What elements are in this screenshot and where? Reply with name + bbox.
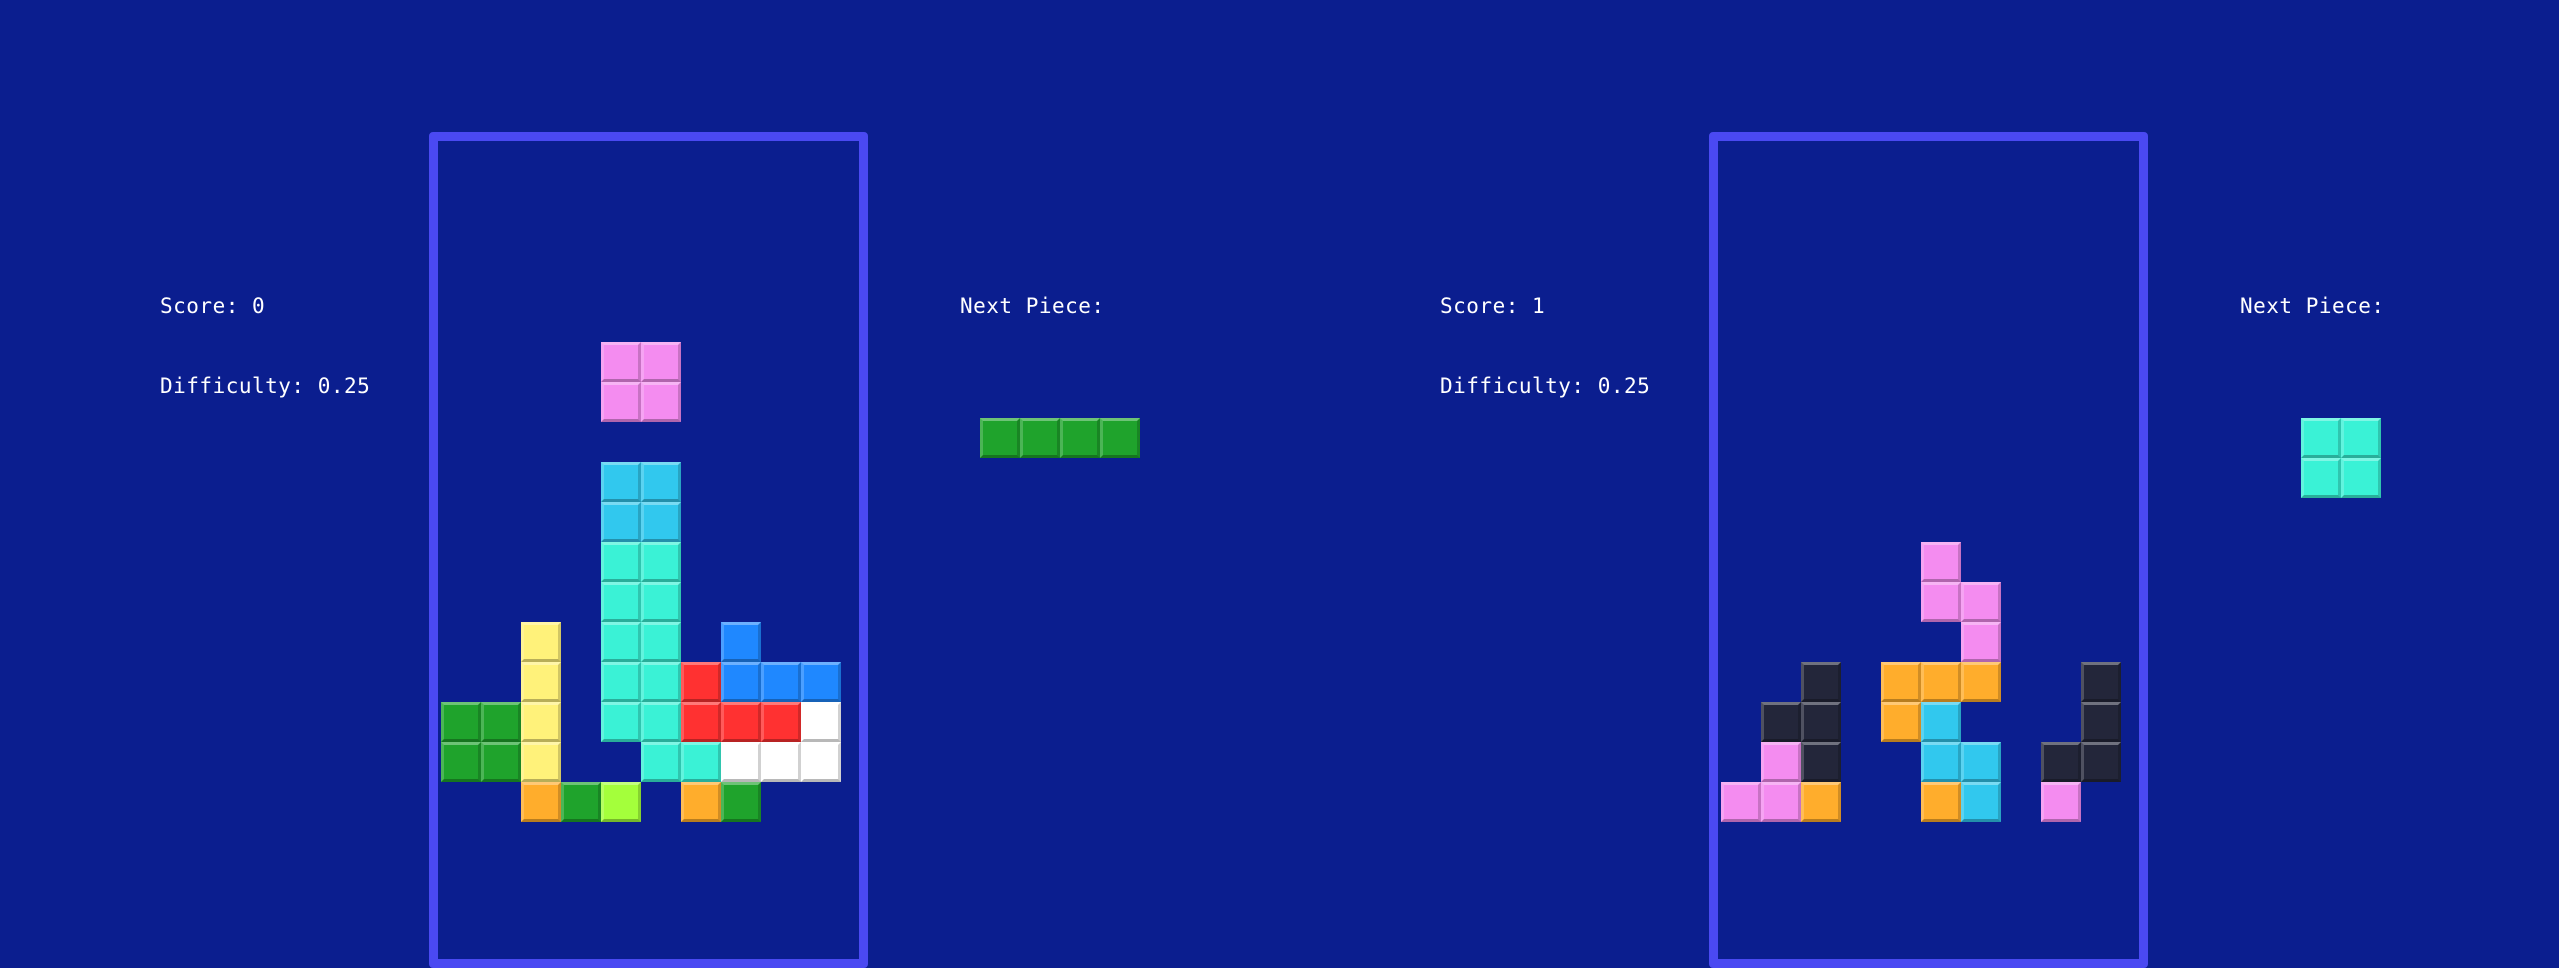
- board-block: [561, 782, 601, 822]
- board-block: [2081, 742, 2121, 782]
- board-block: [1961, 582, 2001, 622]
- player-two-panel: Score: 1 Difficulty: 0.25 Next Piece:: [1280, 0, 2559, 968]
- board-block: [601, 662, 641, 702]
- difficulty-label: Difficulty: 0.25: [160, 374, 371, 398]
- board-block: [1801, 742, 1841, 782]
- board-block: [1921, 582, 1961, 622]
- board-block: [641, 462, 681, 502]
- board-block: [441, 742, 481, 782]
- board-block: [1921, 742, 1961, 782]
- board-block: [1761, 782, 1801, 822]
- board-block: [1961, 622, 2001, 662]
- board-block: [801, 702, 841, 742]
- board-block: [721, 742, 761, 782]
- board-block: [1881, 702, 1921, 742]
- board-block: [2081, 662, 2121, 702]
- board-block: [1761, 702, 1801, 742]
- board-block: [641, 342, 681, 382]
- score-label: Score: 0: [160, 294, 266, 318]
- board-block: [601, 582, 641, 622]
- board-block: [641, 702, 681, 742]
- board-block: [641, 622, 681, 662]
- board-cells: [438, 141, 859, 959]
- board-block: [721, 782, 761, 822]
- next-piece-label: Next Piece:: [960, 294, 1105, 318]
- board-block: [761, 742, 801, 782]
- board-block: [641, 542, 681, 582]
- board-block: [2041, 742, 2081, 782]
- board-block: [681, 782, 721, 822]
- board-block: [641, 662, 681, 702]
- next-piece-label: Next Piece:: [2240, 294, 2385, 318]
- board-block: [601, 382, 641, 422]
- board-block: [481, 702, 521, 742]
- board-block: [801, 662, 841, 702]
- board-block: [801, 742, 841, 782]
- score-label: Score: 1: [1440, 294, 1546, 318]
- board-block: [1801, 782, 1841, 822]
- board-block: [1721, 782, 1761, 822]
- board-block: [601, 702, 641, 742]
- board-block: [641, 582, 681, 622]
- board-block: [761, 702, 801, 742]
- board-block: [1761, 742, 1801, 782]
- board-block: [721, 702, 761, 742]
- board-block: [601, 622, 641, 662]
- board-block: [601, 542, 641, 582]
- board-block: [721, 622, 761, 662]
- board-block: [521, 622, 561, 662]
- board-block: [1961, 742, 2001, 782]
- board-block: [1921, 662, 1961, 702]
- next-piece-block: [1020, 418, 1060, 458]
- board-block: [1961, 782, 2001, 822]
- board-block: [2041, 782, 2081, 822]
- board-block: [1921, 702, 1961, 742]
- next-piece-block: [1060, 418, 1100, 458]
- board-block: [641, 502, 681, 542]
- board-block: [681, 702, 721, 742]
- board-block: [761, 662, 801, 702]
- board-block: [521, 662, 561, 702]
- board-block: [681, 742, 721, 782]
- board-block: [601, 782, 641, 822]
- board-block: [721, 662, 761, 702]
- difficulty-label: Difficulty: 0.25: [1440, 374, 1651, 398]
- game-board: [429, 132, 868, 968]
- next-piece-block: [2301, 458, 2341, 498]
- next-piece-block: [1100, 418, 1140, 458]
- board-block: [521, 782, 561, 822]
- board-block: [481, 742, 521, 782]
- board-block: [521, 742, 561, 782]
- board-block: [1801, 702, 1841, 742]
- board-block: [1801, 662, 1841, 702]
- next-piece-block: [2301, 418, 2341, 458]
- board-block: [681, 662, 721, 702]
- game-board: [1709, 132, 2148, 968]
- next-piece-block: [2341, 458, 2381, 498]
- board-block: [601, 462, 641, 502]
- board-block: [2081, 702, 2121, 742]
- board-cells: [1718, 141, 2139, 959]
- board-block: [1921, 782, 1961, 822]
- board-block: [1921, 542, 1961, 582]
- board-block: [641, 742, 681, 782]
- board-block: [441, 702, 481, 742]
- next-piece-block: [980, 418, 1020, 458]
- player-one-panel: Score: 0 Difficulty: 0.25 Next Piece:: [0, 0, 1280, 968]
- board-block: [521, 702, 561, 742]
- board-block: [1881, 662, 1921, 702]
- board-block: [601, 342, 641, 382]
- board-block: [641, 382, 681, 422]
- next-piece-block: [2341, 418, 2381, 458]
- board-block: [601, 502, 641, 542]
- board-block: [1961, 662, 2001, 702]
